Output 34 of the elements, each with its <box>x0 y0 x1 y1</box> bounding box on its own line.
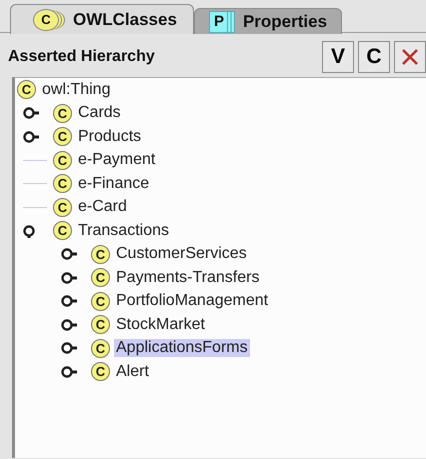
class-icon: C <box>17 80 36 100</box>
class-node[interactable]: e-Payment <box>76 151 158 170</box>
class-icon: C <box>91 315 110 334</box>
class-node[interactable]: e-Card <box>76 198 129 216</box>
delete-button[interactable] <box>394 41 426 73</box>
class-node[interactable]: Transactions <box>76 222 171 240</box>
class-icon: C <box>91 292 110 311</box>
class-icon: C <box>53 127 72 146</box>
class-icon: C <box>53 150 72 170</box>
property-icon: P <box>208 10 235 32</box>
class-node[interactable]: Products <box>76 128 144 146</box>
class-icon: C <box>53 174 72 194</box>
class-icon: C <box>91 244 110 264</box>
class-icon: C <box>91 338 110 358</box>
class-node[interactable]: Payments-Transfers <box>114 268 262 287</box>
tab[interactable]: C OWLClasses <box>10 4 194 34</box>
class-icon: C <box>53 198 72 217</box>
class-icon: C <box>91 268 110 288</box>
class-icon: C <box>53 104 72 123</box>
class-node[interactable]: CustomerServices <box>114 245 249 264</box>
class-node[interactable]: StockMarket <box>114 316 207 334</box>
tab[interactable]: P Properties <box>194 8 342 34</box>
class-node[interactable]: ApplicationsForms <box>114 339 250 358</box>
class-node[interactable]: e-Finance <box>76 174 152 193</box>
class-node[interactable]: Cards <box>76 104 123 122</box>
class-node[interactable]: Alert <box>114 362 151 381</box>
class-icon: C <box>91 362 110 382</box>
class-node[interactable]: owl:Thing <box>40 80 112 99</box>
class-icon: C <box>53 221 72 240</box>
class-node[interactable]: PortfolioManagement <box>114 292 270 310</box>
panel-title: Asserted Hierarchy <box>8 48 156 66</box>
close-icon <box>400 47 420 67</box>
toolbar-button[interactable]: V <box>322 41 354 73</box>
toolbar-button[interactable]: C <box>358 41 390 73</box>
